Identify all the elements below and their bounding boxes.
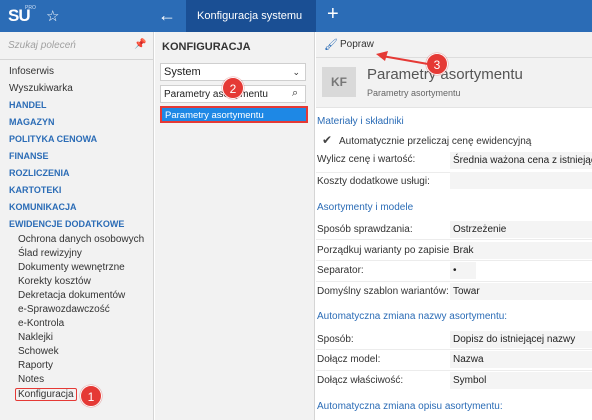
sidebar-group-magazyn[interactable]: MAGAZYN [9, 117, 55, 127]
field-label-separator: Separator: [317, 265, 364, 276]
field-koszty[interactable] [450, 172, 592, 189]
field-szablon[interactable]: Towar [450, 283, 592, 300]
form-header: KF Parametry asortymentu Parametry asort… [316, 58, 592, 108]
divider [316, 260, 592, 261]
callout-badge-1: 1 [80, 385, 102, 407]
sidebar-sub-schowek[interactable]: Schowek [18, 346, 59, 357]
sidebar-sub-notes[interactable]: Notes [18, 374, 44, 385]
field-dolacz-model[interactable]: Nazwa [450, 351, 592, 368]
checkmark-icon[interactable]: ✔ [322, 133, 332, 147]
sidebar-sub-slad-rewizyjny[interactable]: Ślad rewizyjny [18, 248, 82, 259]
divider [316, 281, 592, 282]
section-desc-change: Automatyczna zmiana opisu asortymentu: [317, 401, 503, 412]
star-icon[interactable]: ☆ [46, 7, 59, 25]
field-wylicz[interactable]: Średnia ważona cena z istniejących [450, 152, 592, 169]
callout-arrow [376, 51, 429, 65]
sidebar-sub-e-sprawozdawczosc[interactable]: e-Sprawozdawczość [18, 304, 110, 315]
divider [316, 370, 592, 371]
sidebar-sub-dokumenty-wewnetrzne[interactable]: Dokumenty wewnętrzne [18, 262, 125, 273]
sidebar-group-polityka-cenowa[interactable]: POLITYKA CENOWA [9, 134, 97, 144]
field-sposob-sprawdzania[interactable]: Ostrzeżenie [450, 221, 592, 238]
field-label-wylicz: Wylicz cenę i wartość: [317, 154, 416, 165]
field-label-dolacz-model: Dołącz model: [317, 354, 381, 365]
sidebar-item-wyszukiwarka[interactable]: Wyszukiwarka [9, 83, 73, 94]
popraw-button[interactable]: Popraw [340, 39, 374, 50]
sidebar-search[interactable]: Szukaj poleceń 📌 [0, 32, 153, 60]
sidebar-item-infoserwis[interactable]: Infoserwis [9, 66, 54, 77]
search-placeholder: Szukaj poleceń [8, 40, 76, 51]
sidebar-group-handel[interactable]: HANDEL [9, 100, 47, 110]
field-label-dolacz-wlasciwosc: Dołącz właściwość: [317, 375, 404, 386]
divider [316, 239, 592, 240]
sidebar-group-ewidencje-dodatkowe[interactable]: EWIDENCJE DODATKOWE [9, 219, 124, 229]
top-bar: SU PRO ☆ ← Konfiguracja systemu + [0, 0, 592, 32]
back-arrow-icon[interactable]: ← [158, 5, 176, 26]
sidebar-group-rozliczenia[interactable]: ROZLICZENIA [9, 168, 70, 178]
search-icon[interactable]: ⌕ [292, 87, 298, 100]
sidebar-sub-dekretacja[interactable]: Dekretacja dokumentów [18, 290, 125, 301]
app-logo[interactable]: SU PRO [0, 0, 38, 32]
field-separator[interactable]: • [450, 262, 476, 279]
field-label-sposob: Sposób: [317, 334, 354, 345]
sidebar-sub-e-kontrola[interactable]: e-Kontrola [18, 318, 64, 329]
field-label-sposob-sprawdzania: Sposób sprawdzania: [317, 224, 413, 235]
field-dolacz-wlasciwosc[interactable]: Symbol [450, 372, 592, 389]
config-search-value: Parametry asortymentu [164, 89, 268, 100]
checkbox-label[interactable]: Automatycznie przeliczaj cenę ewidencyjn… [339, 136, 531, 147]
callout-badge-2: 2 [222, 77, 244, 99]
sidebar-group-kartoteki[interactable]: KARTOTEKI [9, 185, 61, 195]
config-result-item[interactable]: Parametry asortymentu [160, 106, 308, 123]
section-assortments: Asortymenty i modele [317, 202, 414, 213]
section-materials: Materiały i składniki [317, 116, 404, 127]
module-badge: KF [322, 67, 356, 97]
divider [316, 349, 592, 350]
logo-sup: PRO [25, 5, 36, 11]
toolbar: 🖌︎ Popraw [316, 32, 592, 58]
page-subtitle: Parametry asortymentu [367, 88, 461, 98]
sidebar: Szukaj poleceń 📌 Infoserwis Wyszukiwarka… [0, 32, 154, 420]
pin-icon[interactable]: 📌 [134, 39, 146, 50]
brush-icon[interactable]: 🖌︎ [324, 38, 338, 51]
sidebar-group-komunikacja[interactable]: KOMUNIKACJA [9, 202, 77, 212]
config-category-value: System [164, 66, 201, 78]
field-label-szablon: Domyślny szablon wariantów: [317, 286, 449, 297]
chevron-down-icon: ⌄ [292, 67, 300, 77]
section-name-change: Automatyczna zmiana nazwy asortymentu: [317, 311, 508, 322]
tab-konfiguracja-systemu[interactable]: Konfiguracja systemu [186, 0, 316, 32]
field-label-koszty: Koszty dodatkowe usługi: [317, 176, 430, 187]
sidebar-group-finanse[interactable]: FINANSE [9, 151, 49, 161]
new-tab-plus-icon[interactable]: + [327, 3, 339, 26]
sidebar-sub-raporty[interactable]: Raporty [18, 360, 53, 371]
field-label-porzadkuj: Porządkuj warianty po zapisie: [317, 245, 453, 256]
field-sposob[interactable]: Dopisz do istniejącej nazwy [450, 331, 592, 348]
sidebar-sub-ochrona-danych[interactable]: Ochrona danych osobowych [18, 234, 144, 245]
config-result-label: Parametry asortymentu [165, 110, 264, 121]
field-porzadkuj[interactable]: Brak [450, 242, 592, 259]
sidebar-sub-korekty-kosztow[interactable]: Korekty kosztów [18, 276, 91, 287]
sidebar-sub-konfiguracja[interactable]: Konfiguracja [15, 388, 77, 401]
content-pane: 🖌︎ Popraw KF Parametry asortymentu Param… [316, 32, 592, 420]
sidebar-sub-naklejki[interactable]: Naklejki [18, 332, 53, 343]
config-panel-title: KONFIGURACJA [162, 41, 251, 53]
